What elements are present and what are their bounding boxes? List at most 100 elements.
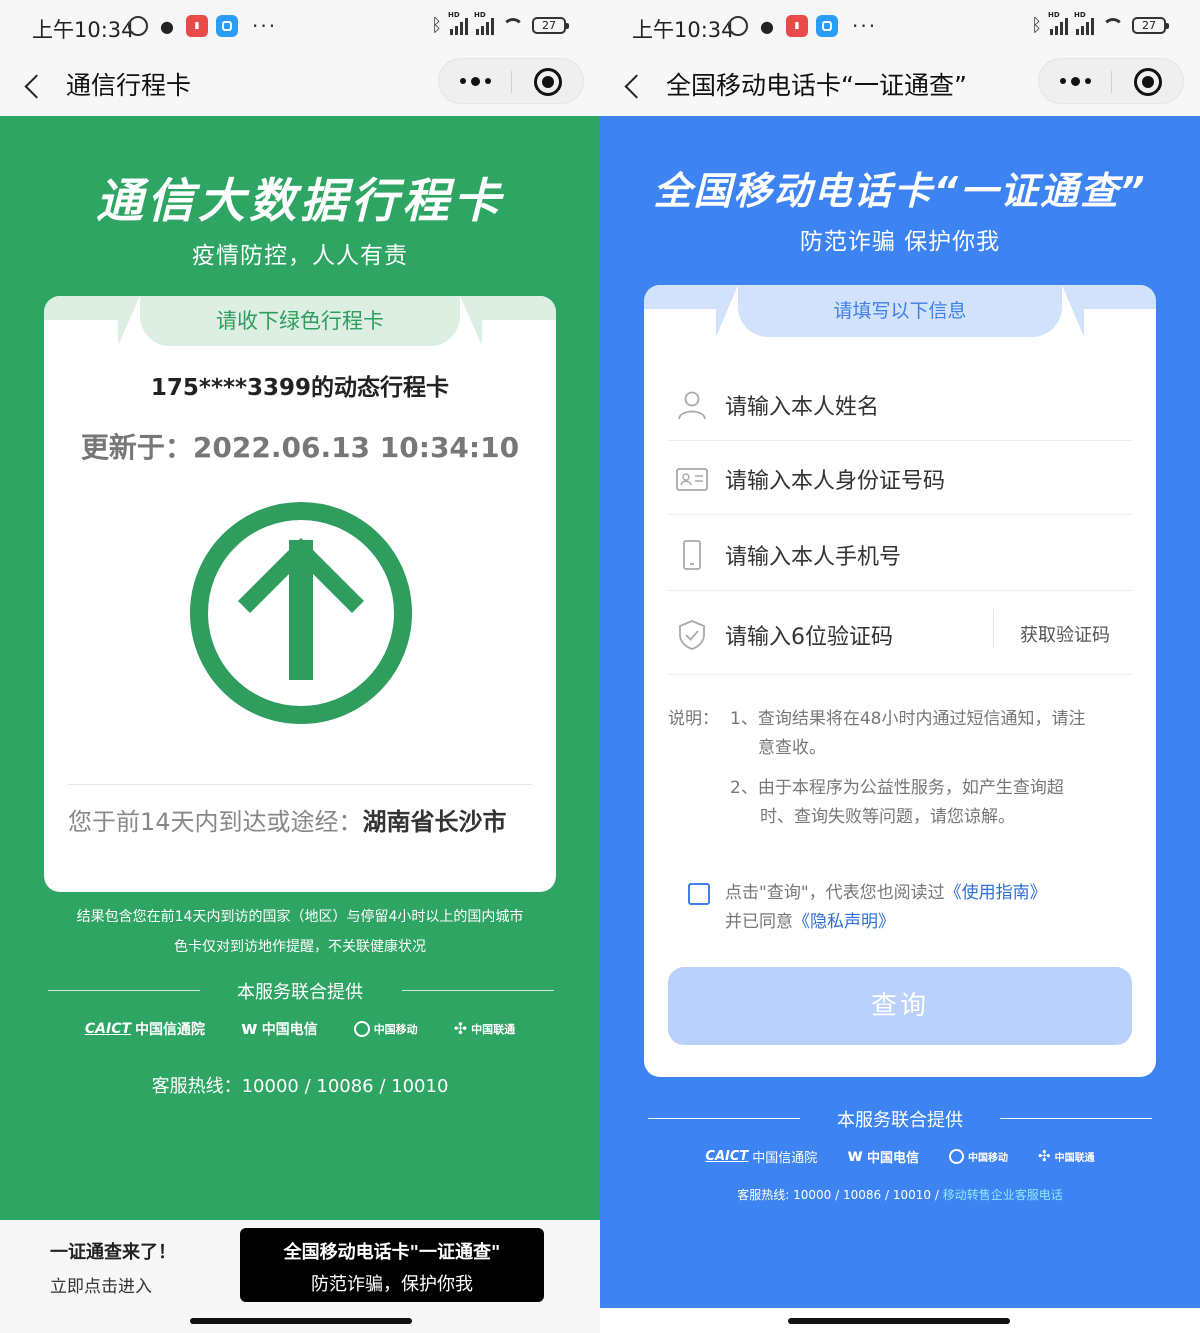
china-telecom-logo: ᴡ 中国电信 bbox=[241, 1018, 318, 1039]
field-divider bbox=[993, 609, 994, 649]
person-icon bbox=[678, 391, 706, 420]
phone-placeholder: 请输入本人手机号 bbox=[725, 545, 902, 570]
home-indicator[interactable] bbox=[190, 1318, 412, 1324]
promo-subtitle: 立即点击进入 bbox=[50, 1277, 152, 1297]
miniprogram-capsule bbox=[438, 58, 584, 104]
hotline-numbers: 客服热线: 10000 / 10086 / 10010 / bbox=[737, 1188, 939, 1202]
alarm-icon bbox=[128, 16, 148, 36]
china-mobile-logo: 中国移动 bbox=[949, 1148, 1008, 1164]
back-icon[interactable] bbox=[622, 68, 650, 104]
status-notification-icons: ● ▮ ··· bbox=[728, 14, 877, 38]
promo-bar: 一证通查来了！ 立即点击进入 全国移动电话卡"一证通查" 防范诈骗，保护你我 bbox=[0, 1220, 600, 1333]
wifi-icon bbox=[502, 17, 524, 34]
query-form-card: 请填写以下信息 请输入本人姓名 请输入本人身份证号码 请输入本人手机号 请输入6… bbox=[644, 285, 1156, 1077]
page-title: 通信行程卡 bbox=[66, 71, 192, 100]
explanation: 说明： 1、查询结果将在48小时内通过短信通知，请注 意查收。 2、由于本程序为… bbox=[668, 705, 1138, 832]
mobile-mark-icon bbox=[353, 1020, 370, 1037]
card-tab-label: 请填写以下信息 bbox=[716, 285, 1084, 337]
visited-prefix: 您于前14天内到达或途经： bbox=[68, 808, 363, 836]
china-unicom-logo: ✣ 中国联通 bbox=[1038, 1147, 1095, 1165]
one-id-check-button[interactable]: 全国移动电话卡"一证通查" 防范诈骗，保护你我 bbox=[240, 1228, 544, 1302]
hotline: 客服热线: 10000 / 10086 / 10010 / 移动转售企业客服电话 bbox=[600, 1186, 1200, 1203]
explain-1a: 1、查询结果将在48小时内通过短信通知，请注 bbox=[730, 709, 1086, 729]
battery-icon: 27 bbox=[1132, 17, 1169, 34]
travel-card-screen: 上午10:34 ● ▮ ··· ᛒ HD HD 27 通信行程卡 通信大数据行程… bbox=[0, 0, 600, 1333]
status-bar: 上午10:34 ● ▮ ··· ᛒ HD HD 27 bbox=[600, 0, 1200, 58]
more-notifications-icon: ··· bbox=[252, 14, 278, 38]
explain-label: 说明： bbox=[668, 709, 719, 729]
name-field[interactable]: 请输入本人姓名 bbox=[668, 367, 1132, 441]
one-id-check-heading: 全国移动电话卡“一证通查” bbox=[653, 169, 1147, 213]
id-number-placeholder: 请输入本人身份证号码 bbox=[725, 469, 946, 494]
id-number-field[interactable]: 请输入本人身份证号码 bbox=[668, 441, 1132, 515]
partner-logos: CAICT 中国信通院 ᴡ 中国电信 中国移动 ✣ 中国联通 bbox=[0, 1018, 600, 1039]
phone-icon bbox=[683, 540, 701, 570]
phone-number-line: 175****3399的动态行程卡 bbox=[150, 375, 450, 401]
telecom-mark-icon: ᴡ bbox=[241, 1018, 258, 1039]
unicom-mark-icon: ✣ bbox=[1038, 1147, 1051, 1165]
home-indicator[interactable] bbox=[788, 1318, 1010, 1324]
unicom-mark-icon: ✣ bbox=[453, 1019, 468, 1038]
explain-1b: 意查收。 bbox=[758, 738, 826, 758]
user-guide-link[interactable]: 《使用指南》 bbox=[945, 883, 1047, 903]
one-id-check-screen: 上午10:34 ● ▮ ··· ᛒ HD HD 27 全国移动电话卡“一证通查”… bbox=[600, 0, 1200, 1333]
china-unicom-logo: ✣ 中国联通 bbox=[453, 1019, 516, 1038]
mvno-hotline-link[interactable]: 移动转售企业客服电话 bbox=[943, 1188, 1063, 1202]
nav-bar: 通信行程卡 bbox=[0, 58, 600, 116]
caict-logo: CAICT 中国信通院 bbox=[705, 1148, 818, 1166]
close-miniprogram-icon[interactable] bbox=[534, 68, 562, 96]
app-notification-icon: ▮ bbox=[186, 15, 208, 37]
privacy-link[interactable]: 《隐私声明》 bbox=[793, 912, 895, 932]
explain-2b: 时、查询失败等问题，请您谅解。 bbox=[760, 807, 1015, 827]
provided-by-row: 本服务联合提供 bbox=[0, 976, 600, 1006]
status-time: 上午10:34 bbox=[32, 18, 135, 42]
visited-places: 您于前14天内到达或途经：湖南省长沙市 bbox=[68, 804, 532, 840]
divider-line-right bbox=[402, 990, 554, 991]
qq-icon: ● bbox=[760, 16, 774, 36]
alarm-icon bbox=[728, 16, 748, 36]
battery-icon: 27 bbox=[532, 17, 569, 34]
message-app-icon bbox=[816, 15, 838, 37]
more-icon[interactable] bbox=[1039, 59, 1111, 103]
travel-card: 请收下绿色行程卡 175****3399的动态行程卡 更新于：2022.06.1… bbox=[44, 296, 556, 892]
signal-2-icon: HD bbox=[1074, 11, 1094, 35]
query-button[interactable]: 查询 bbox=[668, 967, 1132, 1045]
hotline: 客服热线：10000 / 10086 / 10010 bbox=[151, 1076, 449, 1097]
provided-by-label: 本服务联合提供 bbox=[837, 1110, 963, 1131]
verify-code-field[interactable]: 请输入6位验证码 获取验证码 bbox=[668, 597, 1132, 675]
bluetooth-icon: ᛒ bbox=[431, 15, 442, 36]
bluetooth-icon: ᛒ bbox=[1031, 15, 1042, 36]
qq-icon: ● bbox=[160, 16, 174, 36]
signal-1-icon: HD bbox=[1048, 11, 1068, 35]
agreement-checkbox[interactable] bbox=[688, 883, 710, 905]
verify-code-placeholder: 请输入6位验证码 bbox=[725, 625, 893, 650]
nav-bar: 全国移动电话卡“一证通查” bbox=[600, 58, 1200, 116]
travel-card-subheading: 疫情防控，人人有责 bbox=[192, 243, 408, 269]
partner-logos: CAICT 中国信通院 ᴡ 中国电信 中国移动 ✣ 中国联通 bbox=[600, 1146, 1200, 1166]
divider-line-right bbox=[1000, 1118, 1152, 1119]
app-notification-icon: ▮ bbox=[786, 15, 808, 37]
status-notification-icons: ● ▮ ··· bbox=[128, 14, 277, 38]
capsule-divider bbox=[1111, 71, 1112, 93]
get-code-button[interactable]: 获取验证码 bbox=[1020, 621, 1110, 647]
signal-2-icon: HD bbox=[474, 11, 494, 35]
close-miniprogram-icon[interactable] bbox=[1134, 68, 1162, 96]
promo-button-line-1: 全国移动电话卡"一证通查" bbox=[283, 1242, 501, 1263]
more-notifications-icon: ··· bbox=[852, 14, 878, 38]
one-id-check-subheading: 防范诈骗 保护你我 bbox=[799, 229, 1001, 255]
green-arrow-icon bbox=[190, 502, 412, 724]
id-card-icon bbox=[676, 468, 708, 491]
back-icon[interactable] bbox=[22, 68, 50, 104]
capsule-divider bbox=[511, 71, 512, 93]
card-divider bbox=[68, 784, 532, 785]
phone-field[interactable]: 请输入本人手机号 bbox=[668, 517, 1132, 591]
travel-card-heading: 通信大数据行程卡 bbox=[96, 174, 504, 229]
status-time: 上午10:34 bbox=[632, 18, 735, 42]
promo-title: 一证通查来了！ bbox=[50, 1242, 176, 1263]
agree-prefix: 点击"查询"，代表您也阅读过 bbox=[725, 883, 945, 903]
page-title: 全国移动电话卡“一证通查” bbox=[666, 71, 967, 100]
more-icon[interactable] bbox=[439, 59, 511, 103]
name-placeholder: 请输入本人姓名 bbox=[725, 395, 880, 420]
caict-logo: CAICT 中国信通院 bbox=[84, 1020, 206, 1038]
updated-time: 更新于：2022.06.13 10:34:10 bbox=[80, 431, 520, 464]
